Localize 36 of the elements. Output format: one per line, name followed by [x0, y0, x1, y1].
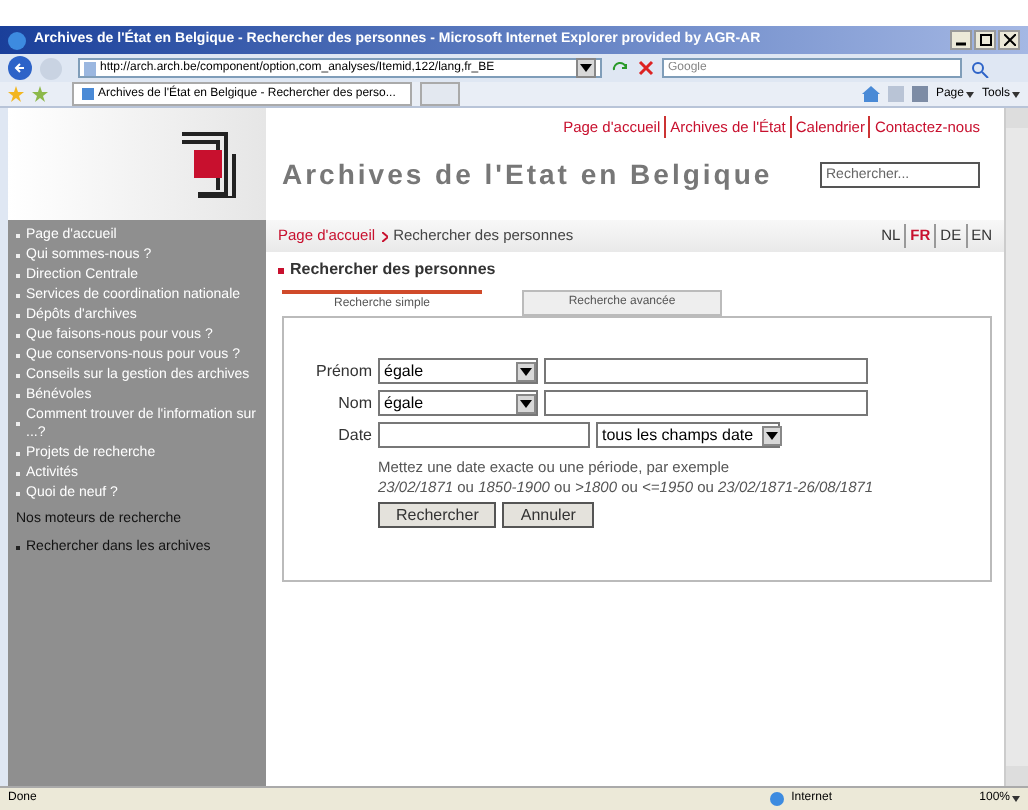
bullet-icon [278, 267, 284, 273]
archives-logo-icon [182, 130, 242, 198]
maximize-icon [979, 34, 991, 46]
back-button[interactable] [8, 56, 32, 80]
close-button[interactable] [998, 30, 1020, 50]
text-input[interactable] [544, 390, 868, 416]
dropdown-arrow-icon[interactable] [576, 58, 596, 78]
chevron-right-icon [381, 231, 388, 241]
caret-icon [1012, 796, 1020, 802]
caret-icon [1012, 91, 1020, 97]
stop-icon[interactable] [638, 60, 654, 76]
search-icon[interactable] [970, 59, 990, 77]
field-label: Date [336, 423, 372, 447]
close-icon [1003, 34, 1015, 46]
form-button[interactable]: Rechercher [378, 502, 497, 528]
caret-icon [965, 91, 974, 97]
dropdown-arrow-icon[interactable] [516, 393, 536, 413]
star-icon[interactable] [8, 86, 24, 102]
home-icon[interactable] [861, 86, 880, 102]
back-arrow-icon [14, 62, 26, 74]
dropdown-arrow-icon[interactable] [516, 361, 536, 381]
text-input[interactable] [378, 422, 590, 448]
operator-select[interactable]: égale [378, 358, 538, 384]
operator-select[interactable]: égale [378, 390, 538, 416]
section-heading: Rechercher des personnes [290, 258, 496, 282]
field-label: Prénom [313, 359, 372, 383]
text-input[interactable] [544, 358, 868, 384]
maximize-button[interactable] [974, 30, 996, 50]
minimize-button[interactable] [950, 30, 972, 50]
dropdown-arrow-icon[interactable] [761, 425, 782, 445]
scrollbar[interactable] [1004, 108, 1028, 786]
site-title: Archives de l'Etat en Belgique [282, 156, 773, 195]
operator-select[interactable]: tous les champs date [596, 422, 780, 448]
form-button[interactable]: Annuler [502, 502, 594, 528]
page-icon [82, 88, 94, 100]
field-label: Nom [336, 391, 372, 415]
